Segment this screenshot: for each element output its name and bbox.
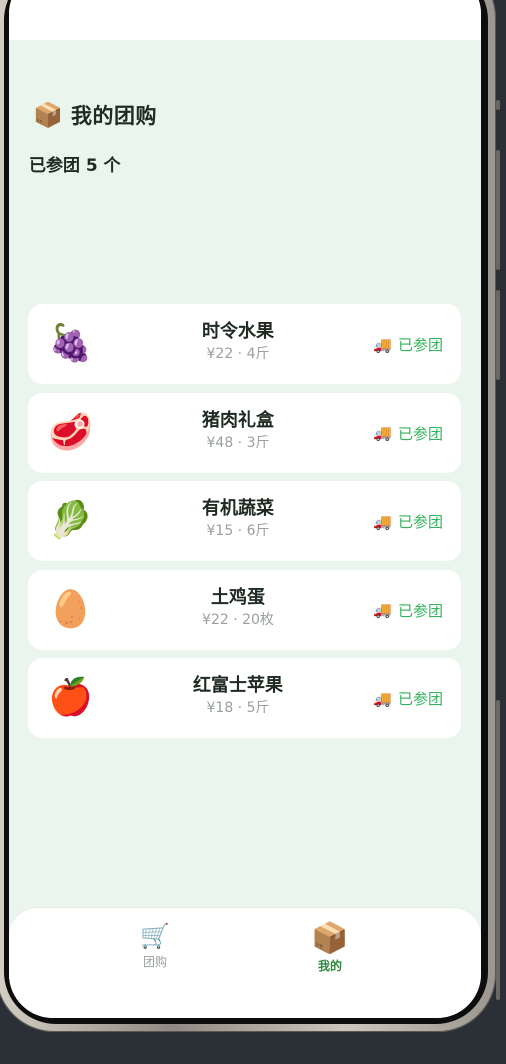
truck-icon: 🚚 (373, 689, 392, 708)
list-item[interactable]: 🍎 红富士苹果 ¥18 · 5斤 🚚 已参团 (28, 658, 461, 738)
package-icon: 📦 (311, 921, 349, 956)
package-icon: 📦 (33, 101, 63, 129)
item-name: 红富士苹果 (193, 675, 283, 696)
meat-icon: 🥩 (48, 411, 93, 453)
page-title: 我的团购 (71, 104, 157, 128)
egg-icon: 🥚 (48, 588, 93, 630)
group-buy-list: 🍇 时令水果 ¥22 · 4斤 🚚 已参团 🥩 猪肉礼盒 ¥48 · 3斤 🚚 … (28, 304, 461, 747)
page-header: 📦 我的团购 (33, 100, 157, 130)
leafy-green-icon: 🥬 (48, 500, 93, 541)
truck-icon: 🚚 (373, 335, 392, 354)
status-badge: 🚚 已参团 (373, 688, 443, 709)
item-price: ¥15 · 6斤 (206, 523, 270, 539)
status-badge: 🚚 已参团 (373, 511, 443, 532)
item-info: 土鸡蛋 ¥22 · 20枚 (138, 587, 338, 630)
item-price: ¥22 · 20枚 (202, 611, 274, 628)
list-item[interactable]: 🥬 有机蔬菜 ¥15 · 6斤 🚚 已参团 (28, 481, 461, 561)
tab-label: 团购 (142, 955, 167, 969)
status-label: 已参团 (397, 424, 443, 443)
item-info: 猪肉礼盒 ¥48 · 3斤 (138, 410, 338, 453)
item-price: ¥22 · 4斤 (206, 346, 270, 362)
joined-count: 已参团 5 个 (29, 156, 121, 176)
list-item[interactable]: 🥩 猪肉礼盒 ¥48 · 3斤 🚚 已参团 (28, 392, 461, 473)
home-indicator-area (9, 988, 481, 1018)
side-button (496, 700, 500, 1000)
bottom-tab-bar: 🛒 团购 📦 我的 (9, 908, 481, 988)
list-item[interactable]: 🍇 时令水果 ¥22 · 4斤 🚚 已参团 (28, 304, 461, 384)
status-badge: 🚚 已参团 (373, 334, 443, 355)
item-price: ¥18 · 5斤 (206, 700, 270, 716)
item-name: 土鸡蛋 (211, 586, 265, 608)
list-item[interactable]: 🥚 土鸡蛋 ¥22 · 20枚 🚚 已参团 (28, 569, 461, 650)
side-button (496, 150, 500, 270)
tab-label: 我的 (317, 959, 342, 973)
app-screen: 📦 我的团购 已参团 5 个 🍇 时令水果 ¥22 · 4斤 🚚 已参团 🥩 猪… (9, 0, 481, 1018)
status-label: 已参团 (397, 336, 443, 354)
status-badge: 🚚 已参团 (373, 423, 443, 444)
status-label: 已参团 (397, 690, 443, 708)
grapes-icon: 🍇 (48, 323, 93, 364)
item-name: 时令水果 (202, 321, 274, 342)
item-info: 时令水果 ¥22 · 4斤 (138, 321, 338, 364)
side-button (496, 290, 500, 380)
item-price: ¥48 · 3斤 (206, 434, 270, 451)
item-name: 猪肉礼盒 (202, 409, 274, 431)
side-button (496, 100, 500, 110)
tab-mine[interactable]: 📦 我的 (290, 922, 370, 974)
status-bar (9, 0, 481, 40)
status-label: 已参团 (397, 601, 443, 620)
truck-icon: 🚚 (373, 424, 392, 442)
item-name: 有机蔬菜 (202, 498, 274, 519)
cart-icon: 🛒 (140, 922, 170, 950)
truck-icon: 🚚 (373, 601, 392, 619)
truck-icon: 🚚 (373, 512, 392, 531)
apple-icon: 🍎 (48, 677, 93, 718)
status-badge: 🚚 已参团 (373, 600, 443, 621)
tab-group-buy[interactable]: 🛒 团购 (115, 922, 195, 970)
item-info: 红富士苹果 ¥18 · 5斤 (138, 675, 338, 718)
item-info: 有机蔬菜 ¥15 · 6斤 (138, 498, 338, 541)
status-label: 已参团 (397, 513, 443, 531)
